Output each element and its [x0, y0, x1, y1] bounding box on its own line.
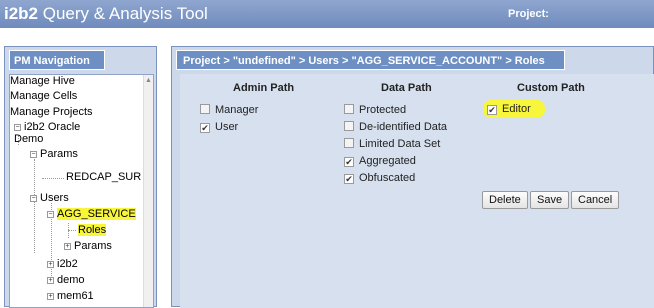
role-protected[interactable]: Protected [344, 104, 406, 116]
tree-item-manage-projects[interactable]: Manage Projects [10, 106, 93, 118]
expand-icon[interactable]: + [47, 261, 54, 268]
tree-item-user-params[interactable]: + Params [64, 240, 112, 252]
expand-icon[interactable]: + [64, 243, 71, 250]
navigation-tree: Manage Hive Manage Cells Manage Projects… [9, 74, 154, 308]
admin-path-header: Admin Path [233, 82, 295, 94]
app-title-rest: Query & Analysis Tool [38, 4, 208, 23]
tree-item-params[interactable]: − Params [30, 148, 78, 160]
role-obfuscated[interactable]: ✔ Obfuscated [344, 172, 415, 184]
tree-item-manage-hive[interactable]: Manage Hive [10, 75, 75, 87]
tree-item-mem61[interactable]: + mem61 [47, 290, 94, 302]
role-limited-data-set[interactable]: Limited Data Set [344, 138, 440, 150]
delete-button[interactable]: Delete [482, 191, 528, 209]
collapse-icon[interactable]: − [30, 151, 37, 158]
pm-navigation-panel: PM Navigation Manage Hive Manage Cells M… [4, 46, 157, 308]
expand-icon[interactable]: + [47, 277, 54, 284]
role-manager[interactable]: Manager [200, 104, 258, 116]
collapse-icon[interactable]: − [14, 124, 21, 131]
collapse-icon[interactable]: − [30, 195, 37, 202]
editor-checkbox[interactable]: ✔ [487, 105, 497, 115]
pm-navigation-tab[interactable]: PM Navigation [9, 50, 105, 70]
tree-item-project-line2[interactable]: Demo [14, 133, 43, 145]
role-user[interactable]: ✔ User [200, 121, 238, 133]
tree-item-demo[interactable]: + demo [47, 274, 85, 286]
tree-item-i2b2[interactable]: + i2b2 [47, 258, 78, 270]
tree-line [42, 178, 64, 179]
scroll-up-arrow-icon[interactable]: ▲ [145, 77, 152, 84]
tree-scrollbar[interactable]: ▲ [143, 75, 153, 307]
tree-item-project[interactable]: − i2b2 Oracle [14, 121, 80, 133]
user-checkbox[interactable]: ✔ [200, 123, 210, 133]
tree-item-manage-cells[interactable]: Manage Cells [10, 90, 77, 102]
cancel-button[interactable]: Cancel [571, 191, 620, 209]
aggregated-checkbox[interactable]: ✔ [344, 157, 354, 167]
protected-checkbox[interactable] [344, 104, 354, 114]
tree-line [68, 230, 76, 231]
tree-item-redcap[interactable]: REDCAP_SUR [66, 171, 141, 183]
manager-checkbox[interactable] [200, 104, 210, 114]
project-label: Project: [508, 8, 549, 20]
data-path-header: Data Path [381, 82, 432, 94]
roles-form: Admin Path Data Path Custom Path Manager… [180, 74, 654, 308]
expand-icon[interactable]: + [47, 293, 54, 300]
title-bar: i2b2 Query & Analysis Tool Project: [0, 0, 654, 28]
tree-line [34, 159, 35, 253]
role-aggregated[interactable]: ✔ Aggregated [344, 155, 416, 167]
app-title: i2b2 Query & Analysis Tool [4, 4, 208, 24]
save-button[interactable]: Save [530, 191, 570, 209]
deidentified-checkbox[interactable] [344, 121, 354, 131]
app-title-prefix: i2b2 [4, 4, 39, 23]
breadcrumb: Project > "undefined" > Users > "AGG_SER… [176, 50, 565, 70]
tree-item-roles[interactable]: Roles [78, 224, 107, 236]
tree-item-agg-service[interactable]: − AGG_SERVICE [47, 208, 136, 220]
collapse-icon[interactable]: − [47, 211, 54, 218]
obfuscated-checkbox[interactable]: ✔ [344, 174, 354, 184]
role-deidentified[interactable]: De-identified Data [344, 121, 447, 133]
roles-panel: Project > "undefined" > Users > "AGG_SER… [171, 46, 654, 308]
tree-item-users[interactable]: − Users [30, 192, 69, 204]
custom-path-header: Custom Path [517, 82, 585, 94]
role-editor[interactable]: ✔ Editor [483, 100, 545, 118]
limited-data-set-checkbox[interactable] [344, 138, 354, 148]
